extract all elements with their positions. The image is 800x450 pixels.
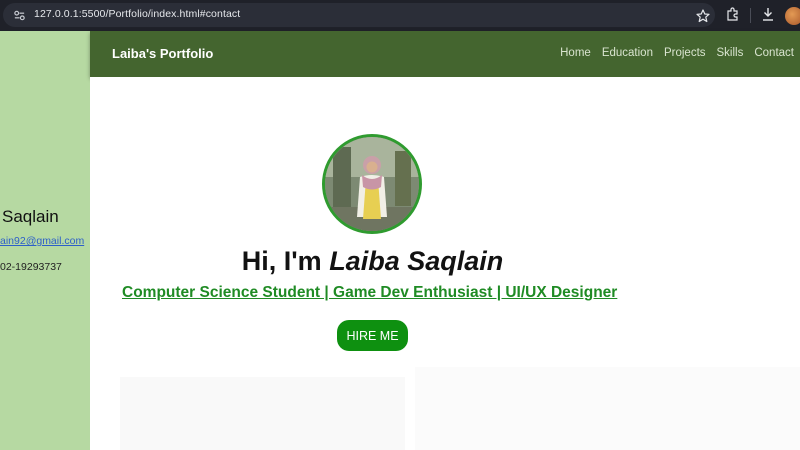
faded-content-block	[415, 367, 800, 450]
hero-subtitle[interactable]: Computer Science Student | Game Dev Enth…	[122, 284, 617, 302]
sidebar-phone: 02-19293737	[0, 261, 62, 273]
hire-me-button[interactable]: HIRE ME	[337, 320, 408, 351]
extensions-icon[interactable]	[726, 7, 740, 21]
download-icon[interactable]	[761, 7, 775, 22]
site-navbar: Laiba's Portfolio Home Education Project…	[90, 31, 800, 77]
profile-photo	[322, 134, 422, 234]
nav-home[interactable]: Home	[560, 47, 591, 59]
toolbar-divider	[750, 8, 751, 23]
site-info-icon[interactable]	[13, 9, 26, 22]
profile-icon[interactable]	[785, 7, 800, 25]
address-bar[interactable]: 127.0.0.1:5500/Portfolio/index.html#cont…	[3, 3, 715, 27]
sidebar-name: Saqlain	[2, 207, 59, 226]
hero-heading: Hi, I'm Laiba Saqlain	[90, 246, 655, 277]
profile-photo-image	[325, 137, 419, 231]
browser-toolbar: 127.0.0.1:5500/Portfolio/index.html#cont…	[0, 0, 800, 31]
nav-skills[interactable]: Skills	[717, 47, 744, 59]
nav-projects[interactable]: Projects	[664, 47, 706, 59]
hero-greeting: Hi, I'm	[241, 246, 330, 276]
faded-content-block	[120, 377, 405, 450]
url-text[interactable]: 127.0.0.1:5500/Portfolio/index.html#cont…	[34, 8, 240, 20]
hero-name: Laiba Saqlain	[329, 246, 504, 276]
hero-section: Hi, I'm Laiba Saqlain Computer Science S…	[90, 77, 800, 450]
star-icon[interactable]	[696, 9, 710, 23]
brand-logo[interactable]: Laiba's Portfolio	[112, 46, 213, 61]
nav-links: Home Education Projects Skills Contact	[560, 47, 794, 59]
sidebar-email-link[interactable]: ain92@gmail.com	[0, 235, 84, 247]
nav-contact[interactable]: Contact	[754, 47, 794, 59]
nav-education[interactable]: Education	[602, 47, 653, 59]
contact-sidebar: Saqlain ain92@gmail.com 02-19293737	[0, 31, 90, 450]
